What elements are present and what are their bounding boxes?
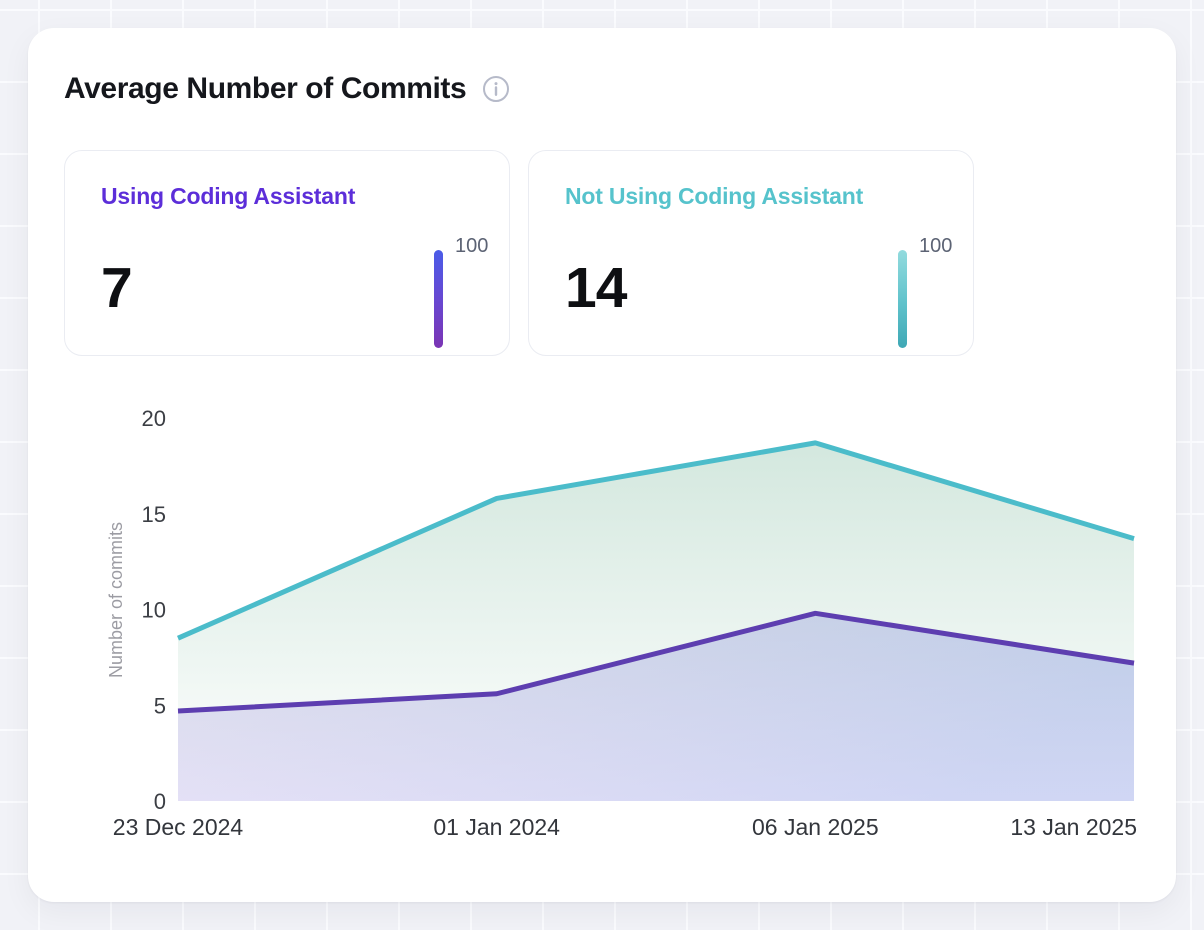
y-axis-title: Number of commits [106, 522, 126, 678]
y-axis-tick: 20 [142, 406, 166, 431]
y-axis-tick: 0 [154, 789, 166, 814]
x-axis-label: 06 Jan 2025 [752, 814, 879, 840]
x-axis-label: 01 Jan 2024 [433, 814, 560, 840]
x-axis-label: 23 Dec 2024 [113, 814, 244, 840]
y-axis-tick: 5 [154, 693, 166, 718]
commits-area-chart: 0 5 10 15 20 23 Dec 2024 01 Jan 2024 06 Jan 202… [0, 0, 1204, 930]
y-axis-tick: 15 [142, 502, 166, 527]
x-axis-label: 13 Jan 2025 [1010, 814, 1137, 840]
y-axis-tick: 10 [142, 598, 166, 623]
